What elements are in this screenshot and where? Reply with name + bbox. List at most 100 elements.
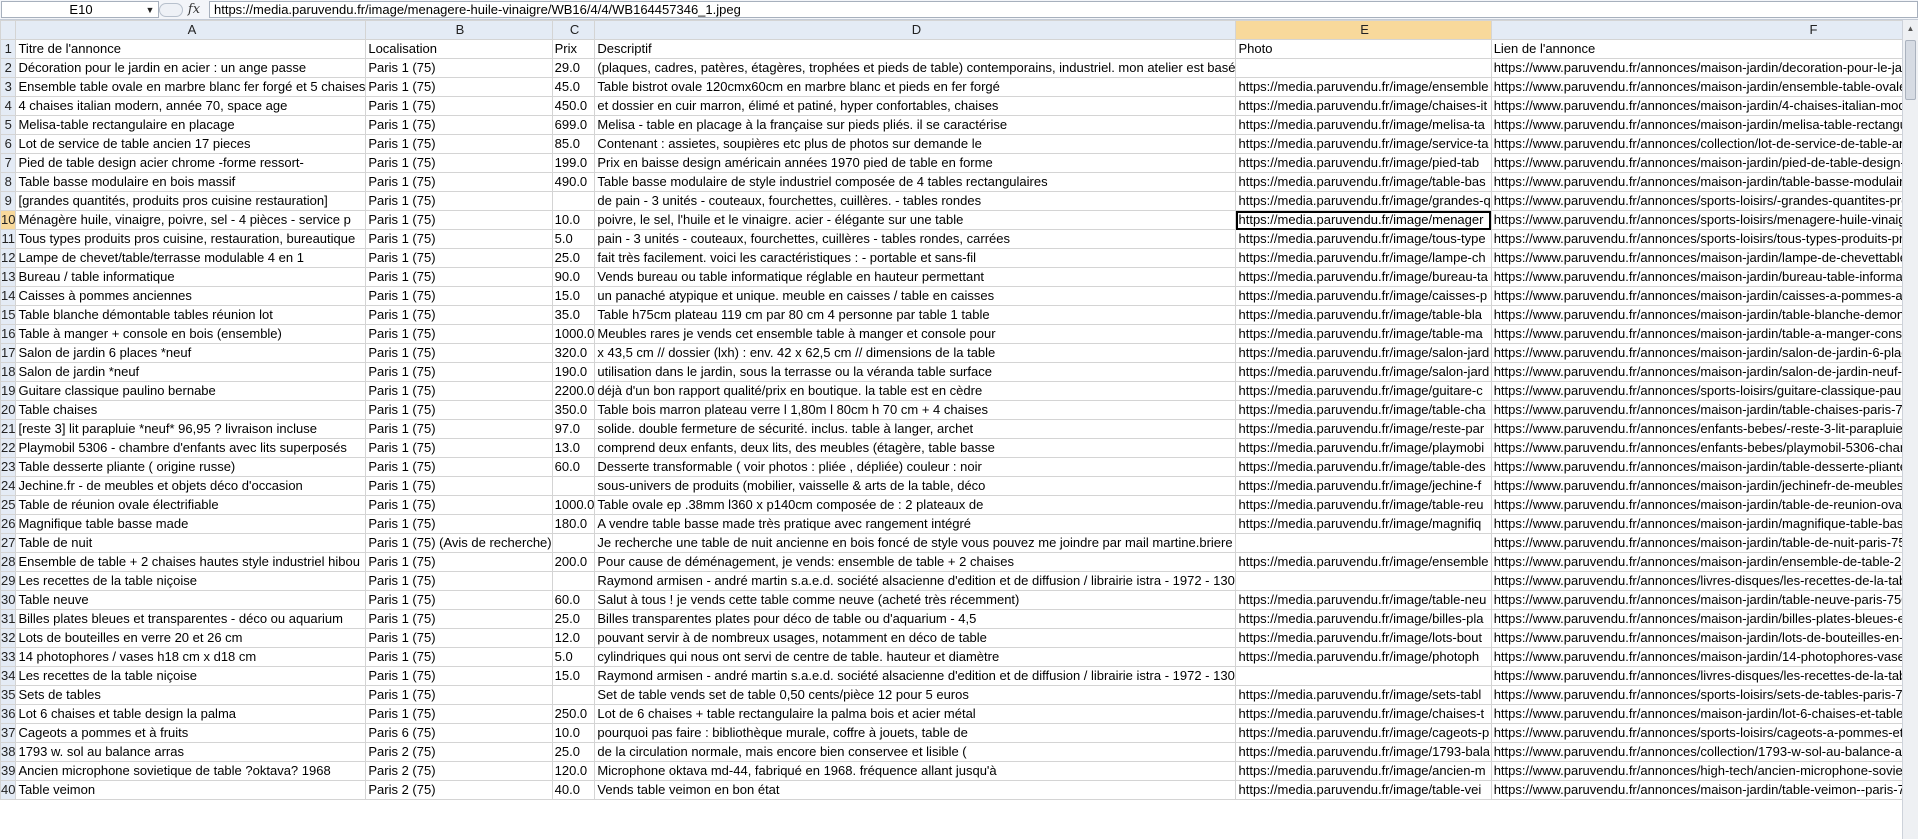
vertical-scrollbar[interactable]: ▲ [1902, 20, 1918, 839]
cell-f35[interactable]: https://www.paruvendu.fr/annonces/sports… [1490, 685, 1902, 705]
scroll-up-arrow-icon[interactable]: ▲ [1903, 20, 1918, 36]
cell-f6[interactable]: https://www.paruvendu.fr/annonces/collec… [1490, 134, 1902, 154]
cell-e9[interactable]: https://media.paruvendu.fr/image/grandes… [1235, 191, 1492, 211]
cell-a8[interactable]: Table basse modulaire en bois massif [15, 172, 367, 192]
cell-c11[interactable]: 5.0 [551, 229, 596, 249]
cell-c20[interactable]: 350.0 [551, 400, 596, 420]
cell-d4[interactable]: et dossier en cuir marron, élimé et pati… [594, 96, 1237, 116]
row-header[interactable]: 40 [0, 780, 17, 800]
cell-b8[interactable]: Paris 1 (75) [365, 172, 553, 192]
cell-c7[interactable]: 199.0 [551, 153, 596, 173]
cell-a20[interactable]: Table chaises [15, 400, 367, 420]
cell-a12[interactable]: Lampe de chevet/table/terrasse modulable… [15, 248, 367, 268]
cell-e27[interactable] [1235, 533, 1492, 553]
cell-d5[interactable]: Melisa - table en placage à la française… [594, 115, 1237, 135]
cell-f5[interactable]: https://www.paruvendu.fr/annonces/maison… [1490, 115, 1902, 135]
row-header[interactable]: 28 [0, 552, 17, 572]
cell-c21[interactable]: 97.0 [551, 419, 596, 439]
cell-a7[interactable]: Pied de table design acier chrome -forme… [15, 153, 367, 173]
formula-input[interactable]: https://media.paruvendu.fr/image/menager… [209, 1, 1918, 18]
cell-e25[interactable]: https://media.paruvendu.fr/image/table-r… [1235, 495, 1492, 515]
cell-b14[interactable]: Paris 1 (75) [365, 286, 553, 306]
cell-c24[interactable] [551, 476, 596, 496]
cell-f7[interactable]: https://www.paruvendu.fr/annonces/maison… [1490, 153, 1902, 173]
cell-e29[interactable] [1235, 571, 1492, 591]
cell-e24[interactable]: https://media.paruvendu.fr/image/jechine… [1235, 476, 1492, 496]
cell-c33[interactable]: 5.0 [551, 647, 596, 667]
row-header[interactable]: 18 [0, 362, 17, 382]
cell-b36[interactable]: Paris 1 (75) [365, 704, 553, 724]
column-header-d[interactable]: D [594, 20, 1237, 40]
cell-c27[interactable] [551, 533, 596, 553]
cell-e39[interactable]: https://media.paruvendu.fr/image/ancien-… [1235, 761, 1492, 781]
cell-a17[interactable]: Salon de jardin 6 places *neuf [15, 343, 367, 363]
cell-b11[interactable]: Paris 1 (75) [365, 229, 553, 249]
cell-e11[interactable]: https://media.paruvendu.fr/image/tous-ty… [1235, 229, 1492, 249]
row-header[interactable]: 34 [0, 666, 17, 686]
cell-e18[interactable]: https://media.paruvendu.fr/image/salon-j… [1235, 362, 1492, 382]
cell-d6[interactable]: Contenant : assietes, soupières etc plus… [594, 134, 1237, 154]
cell-c13[interactable]: 90.0 [551, 267, 596, 287]
cell-e37[interactable]: https://media.paruvendu.fr/image/cageots… [1235, 723, 1492, 743]
column-header-a[interactable]: A [15, 20, 367, 40]
row-header[interactable]: 14 [0, 286, 17, 306]
cell-a1[interactable]: Titre de l'annonce [15, 39, 367, 59]
cell-b25[interactable]: Paris 1 (75) [365, 495, 553, 515]
cell-c18[interactable]: 190.0 [551, 362, 596, 382]
cell-b13[interactable]: Paris 1 (75) [365, 267, 553, 287]
row-header[interactable]: 2 [0, 58, 17, 78]
cell-c37[interactable]: 10.0 [551, 723, 596, 743]
cell-a30[interactable]: Table neuve [15, 590, 367, 610]
cell-d33[interactable]: cylindriques qui nous ont servi de centr… [594, 647, 1237, 667]
cell-d14[interactable]: un panaché atypique et unique. meuble en… [594, 286, 1237, 306]
cell-f3[interactable]: https://www.paruvendu.fr/annonces/maison… [1490, 77, 1902, 97]
cell-a29[interactable]: Les recettes de la table niçoise [15, 571, 367, 591]
cell-c10[interactable]: 10.0 [551, 210, 596, 230]
cell-a37[interactable]: Cageots a pommes et à fruits [15, 723, 367, 743]
cell-e2[interactable] [1235, 58, 1492, 78]
cell-a21[interactable]: [reste 3] lit parapluie *neuf* 96,95 ? l… [15, 419, 367, 439]
cell-d38[interactable]: de la circulation normale, mais encore b… [594, 742, 1237, 762]
cell-d35[interactable]: Set de table vends set de table 0,50 cen… [594, 685, 1237, 705]
cell-b30[interactable]: Paris 1 (75) [365, 590, 553, 610]
cell-d30[interactable]: Salut à tous ! je vends cette table comm… [594, 590, 1237, 610]
cell-c16[interactable]: 1000.0 [551, 324, 596, 344]
cell-e7[interactable]: https://media.paruvendu.fr/image/pied-ta… [1235, 153, 1492, 173]
cell-b10[interactable]: Paris 1 (75) [365, 210, 553, 230]
cell-b29[interactable]: Paris 1 (75) [365, 571, 553, 591]
cell-b12[interactable]: Paris 1 (75) [365, 248, 553, 268]
cell-b2[interactable]: Paris 1 (75) [365, 58, 553, 78]
cell-a14[interactable]: Caisses à pommes anciennes [15, 286, 367, 306]
cell-a15[interactable]: Table blanche démontable tables réunion … [15, 305, 367, 325]
cell-f31[interactable]: https://www.paruvendu.fr/annonces/maison… [1490, 609, 1902, 629]
cell-e34[interactable] [1235, 666, 1492, 686]
cell-e33[interactable]: https://media.paruvendu.fr/image/photoph [1235, 647, 1492, 667]
row-header[interactable]: 9 [0, 191, 17, 211]
cell-d26[interactable]: A vendre table basse made très pratique … [594, 514, 1237, 534]
cell-e35[interactable]: https://media.paruvendu.fr/image/sets-ta… [1235, 685, 1492, 705]
cell-a38[interactable]: 1793 w. sol au balance arras [15, 742, 367, 762]
cell-c22[interactable]: 13.0 [551, 438, 596, 458]
cell-b23[interactable]: Paris 1 (75) [365, 457, 553, 477]
row-header[interactable]: 20 [0, 400, 17, 420]
cell-a39[interactable]: Ancien microphone sovietique de table ?o… [15, 761, 367, 781]
cell-f13[interactable]: https://www.paruvendu.fr/annonces/maison… [1490, 267, 1902, 287]
cell-a27[interactable]: Table de nuit [15, 533, 367, 553]
cell-c5[interactable]: 699.0 [551, 115, 596, 135]
cell-a40[interactable]: Table veimon [15, 780, 367, 800]
cell-a3[interactable]: Ensemble table ovale en marbre blanc fer… [15, 77, 367, 97]
cell-b37[interactable]: Paris 6 (75) [365, 723, 553, 743]
cell-a6[interactable]: Lot de service de table ancien 17 pieces [15, 134, 367, 154]
cell-c4[interactable]: 450.0 [551, 96, 596, 116]
cell-e26[interactable]: https://media.paruvendu.fr/image/magnifi… [1235, 514, 1492, 534]
cell-e1[interactable]: Photo [1235, 39, 1492, 59]
cell-d34[interactable]: Raymond armisen - andré martin s.a.e.d. … [594, 666, 1237, 686]
row-header[interactable]: 5 [0, 115, 17, 135]
cell-e4[interactable]: https://media.paruvendu.fr/image/chaises… [1235, 96, 1492, 116]
cell-c14[interactable]: 15.0 [551, 286, 596, 306]
cell-d7[interactable]: Prix en baisse design américain années 1… [594, 153, 1237, 173]
cell-f12[interactable]: https://www.paruvendu.fr/annonces/maison… [1490, 248, 1902, 268]
cell-f19[interactable]: https://www.paruvendu.fr/annonces/sports… [1490, 381, 1902, 401]
column-header-b[interactable]: B [365, 20, 553, 40]
cell-e6[interactable]: https://media.paruvendu.fr/image/service… [1235, 134, 1492, 154]
